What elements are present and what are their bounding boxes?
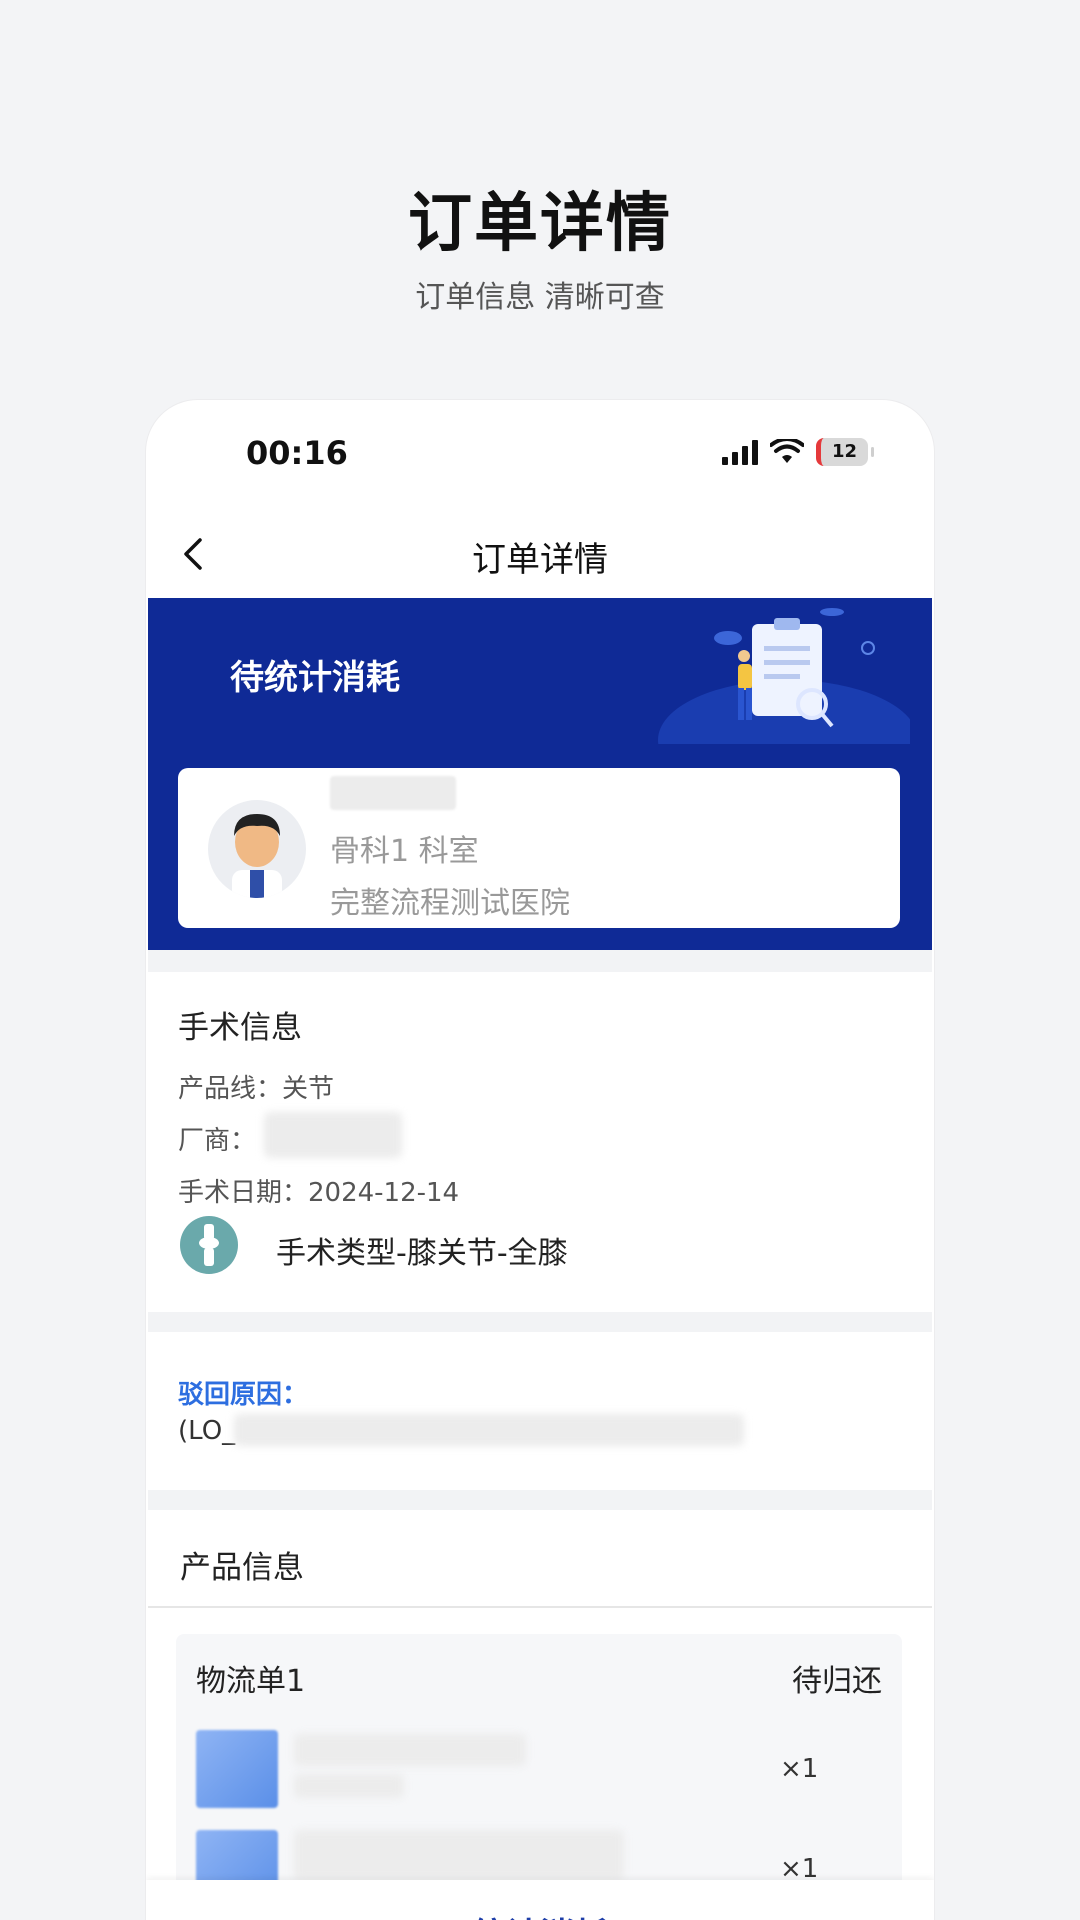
product-spec-redacted (294, 1774, 404, 1798)
phone-frame: 00:16 12 订单详情 待统计消耗 骨科1 科室 完整流程测试医院 手术信息… (146, 400, 934, 1920)
vendor-label: 厂商： (178, 1126, 257, 1156)
section-gap (148, 950, 932, 972)
count-consumption-button[interactable]: 统计消耗 (146, 1908, 934, 1920)
product-section-title: 产品信息 (180, 1550, 304, 1586)
bottom-action-bar: 统计消耗 (146, 1880, 934, 1920)
order-status: 待统计消耗 (230, 658, 400, 698)
signal-icon (722, 439, 758, 465)
section-gap (148, 1312, 932, 1332)
reject-reason-label: 驳回原因： (178, 1380, 309, 1410)
product-name-redacted (294, 1734, 526, 1766)
vendor-redacted (264, 1112, 402, 1158)
surgery-type: 手术类型-膝关节-全膝 (276, 1236, 568, 1271)
divider (148, 1606, 932, 1608)
surgery-date: 手术日期：2024-12-14 (178, 1178, 460, 1208)
clipboard-illustration-icon (658, 608, 910, 744)
product-quantity: ×1 (780, 1754, 819, 1784)
wifi-icon (770, 439, 804, 463)
avatar (208, 800, 306, 898)
product-line: 产品线：关节 (178, 1074, 335, 1104)
battery-indicator: 12 (816, 438, 874, 466)
reject-reason-redacted (234, 1414, 744, 1446)
section-gap (148, 1490, 932, 1510)
surgery-section-title: 手术信息 (178, 1010, 302, 1046)
nav-title: 订单详情 (472, 540, 608, 580)
doctor-name-redacted (330, 776, 456, 810)
doctor-card[interactable]: 骨科1 科室 完整流程测试医院 (178, 768, 900, 928)
reject-reason-text: (LO_ (178, 1416, 236, 1446)
promo-subtitle: 订单信息 清晰可查 (415, 280, 665, 315)
logistics-card[interactable]: 物流单1 待归还 ×1 ×1 (176, 1634, 902, 1920)
promo-title: 订单详情 (408, 187, 672, 261)
status-icons: 12 (722, 438, 874, 466)
status-banner: 待统计消耗 骨科1 科室 完整流程测试医院 (148, 598, 932, 950)
doctor-hospital: 完整流程测试医院 (330, 886, 570, 921)
product-name-redacted (294, 1830, 624, 1880)
logistics-title: 物流单1 (196, 1664, 306, 1699)
status-time: 00:16 (246, 434, 348, 472)
logistics-status: 待归还 (792, 1664, 882, 1699)
doctor-department: 骨科1 科室 (330, 834, 479, 869)
product-thumbnail (196, 1730, 278, 1808)
knee-joint-icon (180, 1216, 238, 1274)
